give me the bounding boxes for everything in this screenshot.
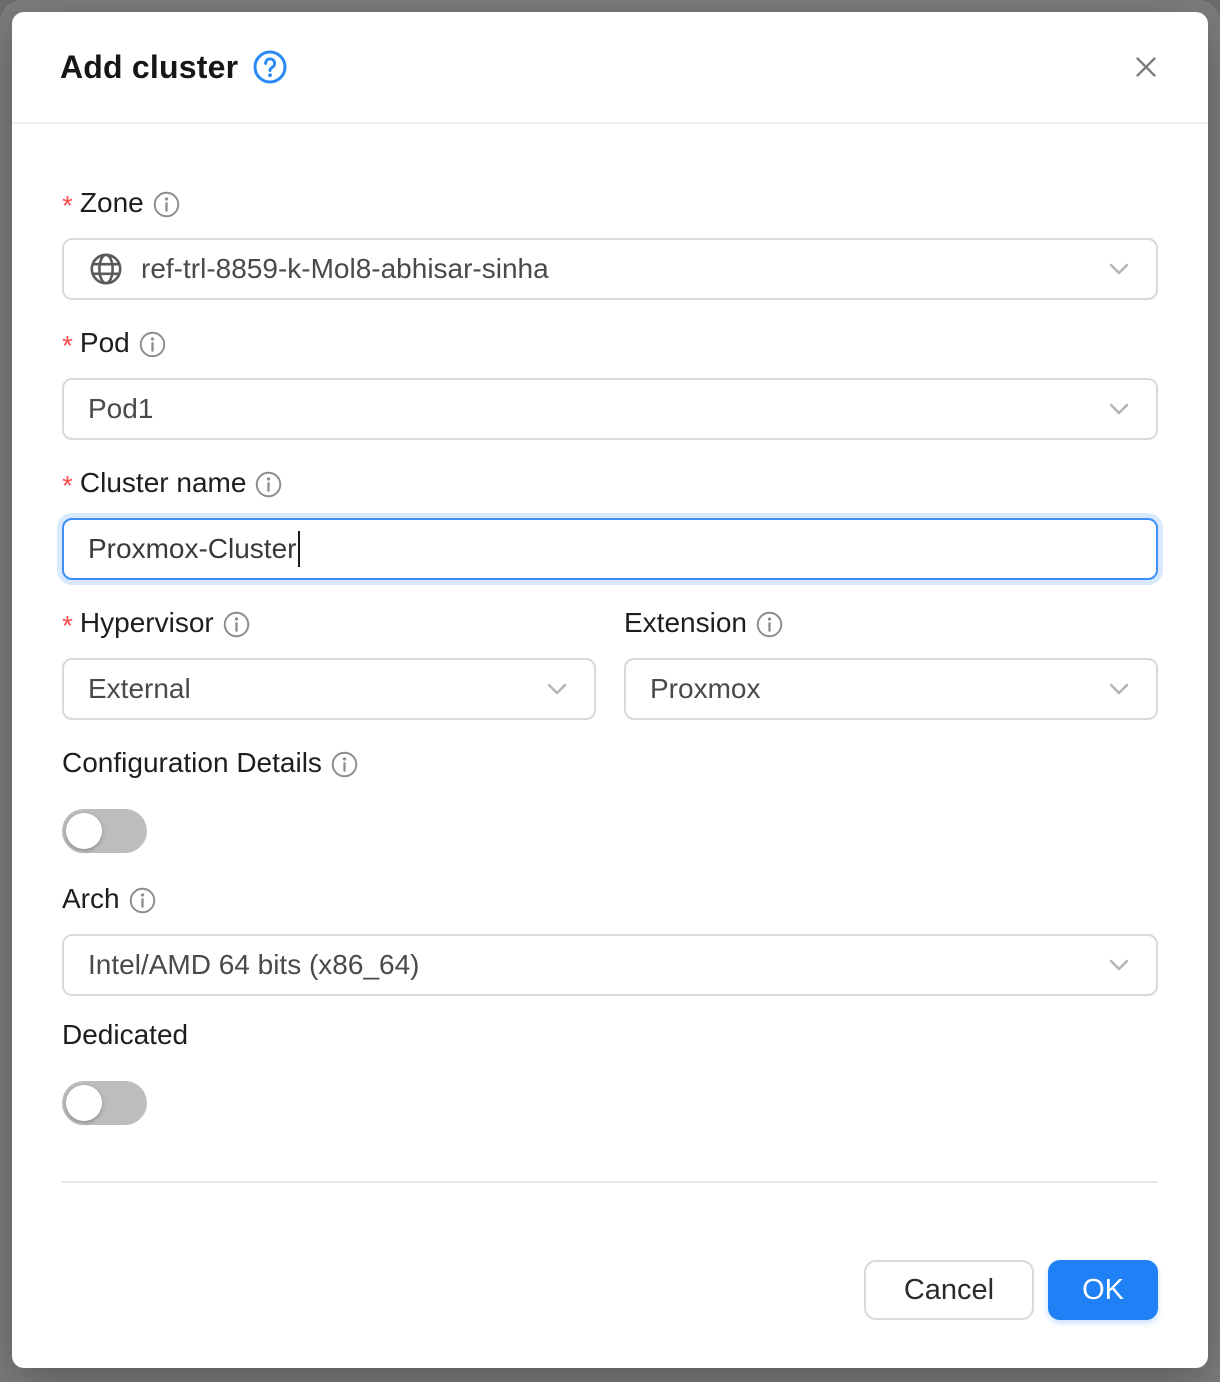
- pod-select-value: Pod1: [88, 393, 1104, 425]
- arch-select-value: Intel/AMD 64 bits (x86_64): [88, 949, 1104, 981]
- modal-title: Add cluster: [60, 49, 238, 86]
- info-circle-icon[interactable]: [129, 887, 156, 914]
- chevron-down-icon: [542, 674, 572, 704]
- required-marker: *: [62, 329, 73, 363]
- extension-select[interactable]: Proxmox: [624, 658, 1158, 720]
- form-item-hypervisor: * Hypervisor External: [62, 606, 596, 720]
- hypervisor-label-text: Hypervisor: [80, 606, 214, 640]
- globe-icon: [88, 251, 124, 287]
- zone-select-value: ref-trl-8859-k-Mol8-abhisar-sinha: [141, 253, 1104, 285]
- pod-label: * Pod: [62, 326, 1158, 360]
- form-item-arch: Arch Intel/AMD 64 bits (x86_64): [62, 882, 1158, 996]
- dedicated-label-text: Dedicated: [62, 1018, 188, 1052]
- hypervisor-label: * Hypervisor: [62, 606, 596, 640]
- modal-header: Add cluster: [12, 12, 1208, 124]
- cluster-name-label-text: Cluster name: [80, 466, 247, 500]
- form-item-cluster-name: * Cluster name Proxmox-Cluster: [62, 466, 1158, 580]
- hypervisor-select-value: External: [88, 673, 542, 705]
- modal-form: * Zone: [12, 124, 1208, 1125]
- dedicated-label: Dedicated: [62, 1018, 1158, 1052]
- info-circle-icon[interactable]: [255, 471, 282, 498]
- dedicated-toggle[interactable]: [62, 1081, 147, 1125]
- info-circle-icon[interactable]: [153, 191, 180, 218]
- form-item-dedicated: Dedicated: [62, 1018, 1158, 1125]
- form-item-configuration-details: Configuration Details: [62, 746, 1158, 853]
- form-item-extension: Extension Proxmox: [624, 606, 1158, 720]
- zone-label-text: Zone: [80, 186, 144, 220]
- form-item-zone: * Zone: [62, 186, 1158, 300]
- toggle-knob: [66, 1085, 102, 1121]
- required-marker: *: [62, 469, 73, 503]
- extension-label-text: Extension: [624, 606, 747, 640]
- close-icon[interactable]: [1124, 45, 1168, 89]
- cluster-name-label: * Cluster name: [62, 466, 1158, 500]
- modal-footer: Cancel OK: [12, 1260, 1208, 1368]
- ok-button[interactable]: OK: [1048, 1260, 1158, 1320]
- info-circle-icon[interactable]: [223, 611, 250, 638]
- extension-label: Extension: [624, 606, 1158, 640]
- extension-select-value: Proxmox: [650, 673, 1104, 705]
- chevron-down-icon: [1104, 254, 1134, 284]
- cluster-name-input-value: Proxmox-Cluster: [88, 533, 296, 565]
- info-circle-icon[interactable]: [139, 331, 166, 358]
- chevron-down-icon: [1104, 674, 1134, 704]
- pod-select[interactable]: Pod1: [62, 378, 1158, 440]
- arch-select[interactable]: Intel/AMD 64 bits (x86_64): [62, 934, 1158, 996]
- footer-divider: [62, 1181, 1158, 1183]
- configuration-details-toggle[interactable]: [62, 809, 147, 853]
- chevron-down-icon: [1104, 394, 1134, 424]
- add-cluster-modal: Add cluster * Zone: [12, 12, 1208, 1368]
- required-marker: *: [62, 189, 73, 223]
- info-circle-icon[interactable]: [756, 611, 783, 638]
- arch-label-text: Arch: [62, 882, 120, 916]
- chevron-down-icon: [1104, 950, 1134, 980]
- configuration-details-label: Configuration Details: [62, 746, 1158, 780]
- text-caret: [298, 531, 300, 567]
- arch-label: Arch: [62, 882, 1158, 916]
- configuration-details-label-text: Configuration Details: [62, 746, 322, 780]
- cluster-name-input[interactable]: Proxmox-Cluster: [62, 518, 1158, 580]
- zone-label: * Zone: [62, 186, 1158, 220]
- required-marker: *: [62, 609, 73, 643]
- hypervisor-extension-row: * Hypervisor External: [62, 606, 1158, 746]
- pod-label-text: Pod: [80, 326, 130, 360]
- form-item-pod: * Pod Pod1: [62, 326, 1158, 440]
- zone-select[interactable]: ref-trl-8859-k-Mol8-abhisar-sinha: [62, 238, 1158, 300]
- cancel-button[interactable]: Cancel: [864, 1260, 1034, 1320]
- info-circle-icon[interactable]: [331, 751, 358, 778]
- toggle-knob: [66, 813, 102, 849]
- hypervisor-select[interactable]: External: [62, 658, 596, 720]
- help-icon[interactable]: [253, 50, 287, 84]
